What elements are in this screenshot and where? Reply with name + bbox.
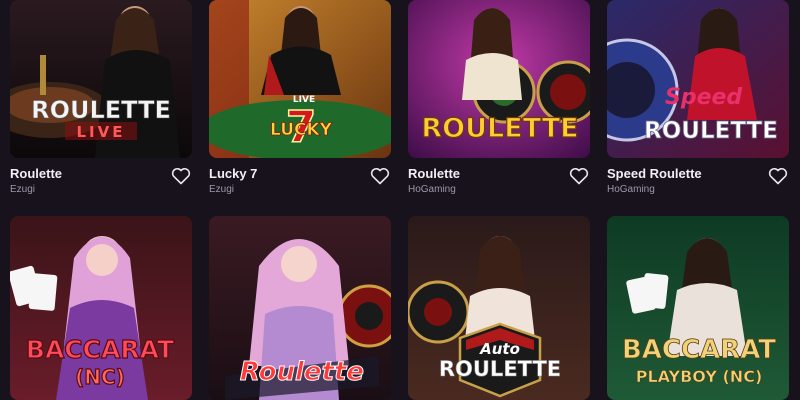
thumb-logo-line-1: ROULETTE	[31, 96, 171, 124]
game-artwork: LIVE 7 LUCKY	[209, 0, 391, 158]
game-thumbnail[interactable]: BACCARAT (NC)	[10, 216, 192, 400]
game-thumbnail[interactable]: ROULETTE LIVE	[10, 0, 192, 158]
game-grid: ROULETTE LIVE Roulette Ezugi LIVE 7 LUCK…	[0, 0, 800, 400]
thumb-logo-line-3: LUCKY	[270, 120, 333, 140]
game-title[interactable]: Lucky 7	[209, 166, 257, 181]
game-provider: HoGaming	[607, 184, 655, 195]
thumb-logo-line-1: Roulette	[240, 357, 364, 387]
game-thumbnail[interactable]: Auto ROULETTE	[408, 216, 590, 400]
thumb-logo-line-2: (NC)	[75, 365, 125, 389]
thumb-logo-line-1: Speed	[665, 85, 742, 110]
game-artwork: ROULETTE	[408, 0, 590, 158]
heart-outline-icon[interactable]	[370, 167, 390, 185]
game-artwork: ROULETTE LIVE	[10, 0, 192, 158]
game-artwork: BACCARAT (NC)	[10, 216, 192, 400]
thumb-logo-line-2: ROULETTE	[439, 357, 561, 381]
thumb-logo-line-2: LIVE	[77, 123, 126, 141]
game-thumbnail[interactable]: LIVE 7 LUCKY	[209, 0, 391, 158]
thumb-logo-line-1: BACCARAT	[622, 335, 776, 365]
game-artwork: BACCARAT PLAYBOY (NC)	[607, 216, 789, 400]
game-provider: HoGaming	[408, 184, 456, 195]
game-title[interactable]: Roulette	[10, 166, 62, 181]
thumb-logo-line-1: Auto	[479, 340, 520, 358]
game-thumbnail[interactable]: Speed ROULETTE	[607, 0, 789, 158]
thumb-logo-line-1: BACCARAT	[26, 335, 174, 364]
game-thumbnail[interactable]: ROULETTE	[408, 0, 590, 158]
game-artwork: Speed ROULETTE	[607, 0, 789, 158]
game-thumbnail[interactable]: Roulette	[209, 216, 391, 400]
game-provider: Ezugi	[10, 184, 36, 195]
game-title[interactable]: Speed Roulette	[607, 166, 702, 181]
game-thumbnail[interactable]: BACCARAT PLAYBOY (NC)	[607, 216, 789, 400]
game-artwork: Auto ROULETTE	[408, 216, 590, 400]
heart-outline-icon[interactable]	[768, 167, 788, 185]
thumb-logo-line-2: ROULETTE	[644, 118, 778, 144]
heart-outline-icon[interactable]	[569, 167, 589, 185]
thumb-logo-line-1: ROULETTE	[421, 113, 578, 144]
thumb-logo-line-2: PLAYBOY (NC)	[636, 367, 763, 386]
game-provider: Ezugi	[209, 184, 235, 195]
game-artwork: Roulette	[209, 216, 391, 400]
heart-outline-icon[interactable]	[171, 167, 191, 185]
game-title[interactable]: Roulette	[408, 166, 460, 181]
